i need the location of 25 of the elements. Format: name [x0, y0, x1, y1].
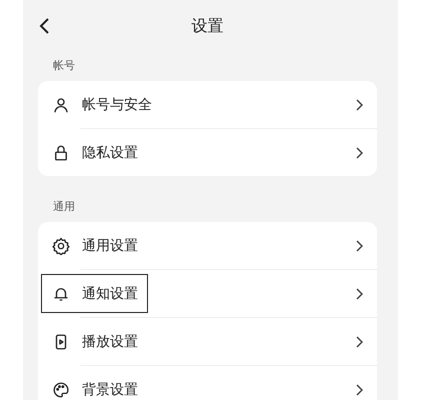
row-label: 通用设置: [82, 236, 139, 254]
palette-icon: [52, 380, 70, 398]
settings-row[interactable]: 通知设置: [38, 270, 377, 317]
settings-row[interactable]: 播放设置: [38, 318, 377, 365]
chevron-icon: [355, 146, 363, 158]
row-label: 隐私设置: [82, 144, 139, 162]
lock-icon: [52, 144, 70, 162]
chevron-icon: [355, 288, 363, 300]
page-title: 设置: [192, 16, 224, 36]
settings-row[interactable]: 通用设置: [38, 222, 377, 269]
chevron-icon: [355, 240, 363, 252]
chevron-icon: [355, 384, 363, 396]
section-title: 通用: [52, 199, 76, 215]
settings-row[interactable]: 背景设置: [38, 366, 377, 400]
row-label: 通知设置: [82, 284, 139, 302]
settings-row[interactable]: 帐号与安全: [38, 81, 377, 128]
row-label: 背景设置: [82, 380, 139, 398]
settings-icon: [52, 236, 70, 254]
chevron-icon: [355, 98, 363, 110]
row-label: 帐号与安全: [82, 96, 153, 114]
row-label: 播放设置: [82, 332, 139, 350]
section-title: 帐号: [52, 58, 76, 74]
chevron-icon: [355, 336, 363, 348]
person-icon: [52, 96, 70, 114]
settings-row[interactable]: 隐私设置: [38, 129, 377, 176]
